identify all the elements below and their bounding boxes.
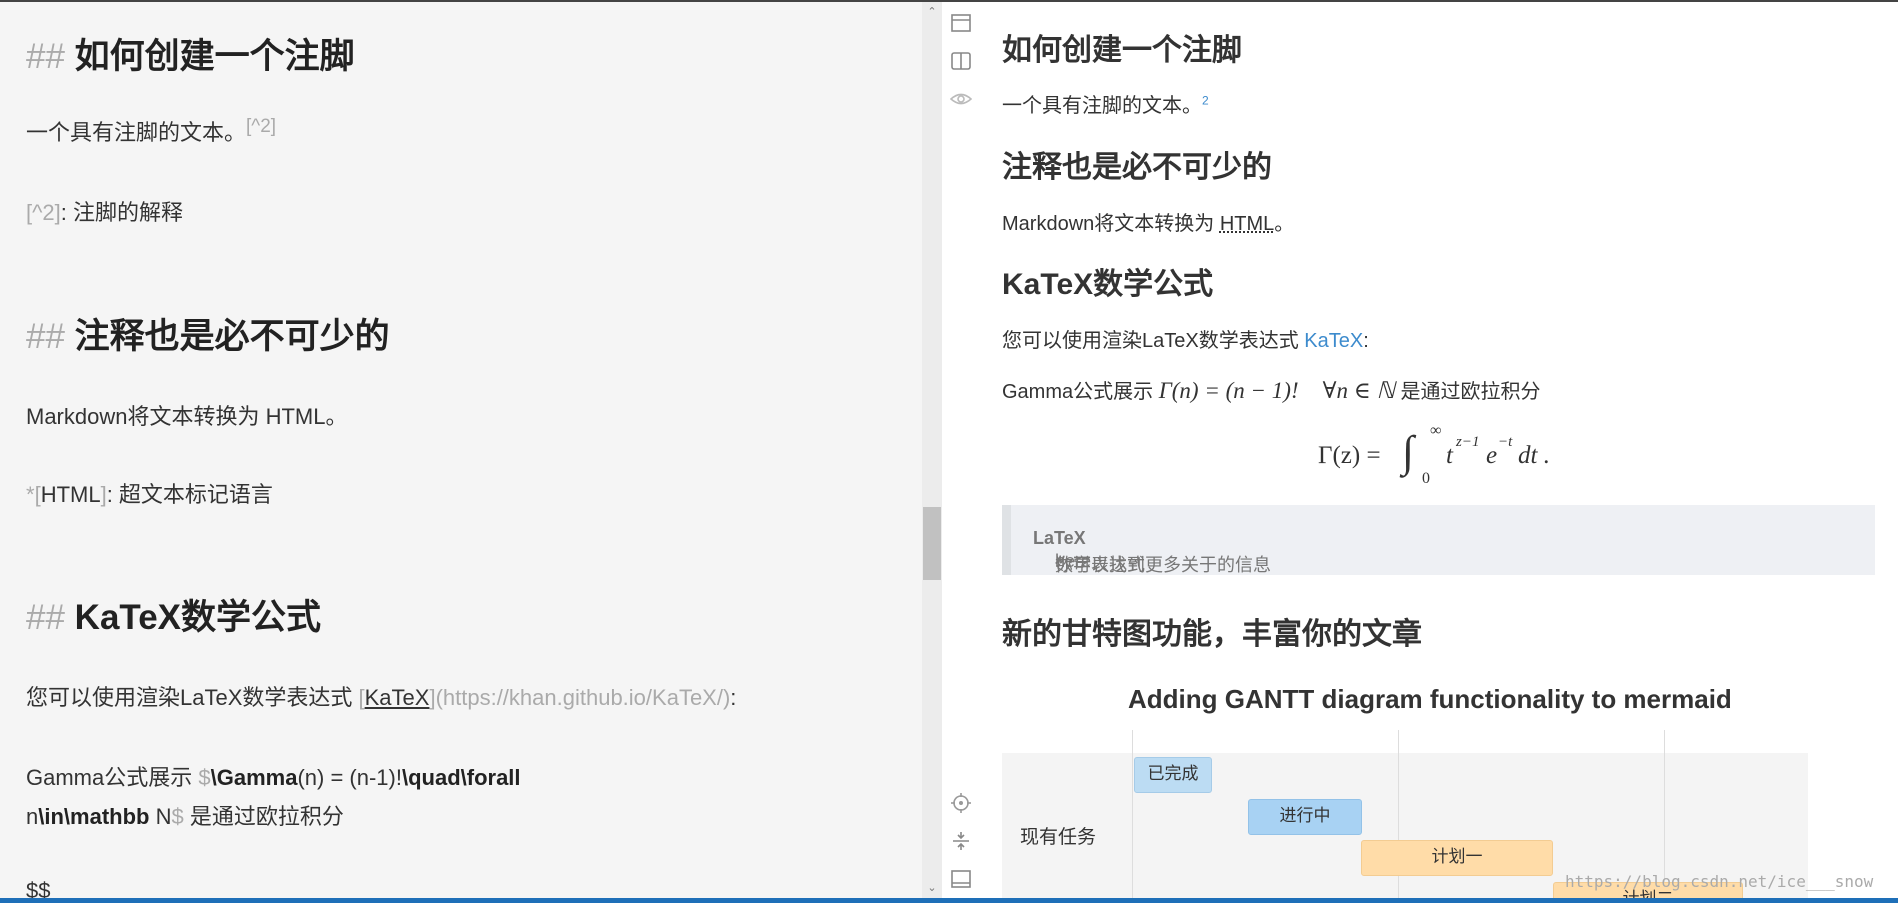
- link-text[interactable]: KaTeX: [365, 685, 430, 710]
- preview-heading-footnote: 如何创建一个注脚: [1002, 34, 1242, 67]
- paragraph-text: 一个具有注脚的文本。: [1002, 95, 1202, 117]
- footnote-text: : 注脚的解释: [60, 200, 184, 225]
- editor-gamma-line-2: n\in\mathbb N$ 是通过欧拉积分: [26, 799, 344, 831]
- colon: :: [730, 685, 737, 710]
- blockquote-text: 你可以找到更多关于的信息 LaTeX 数学表达式 here.: [1033, 528, 1271, 575]
- link-url: ](https://khan.github.io/KaTeX/): [429, 685, 731, 710]
- gamma-formula: Γ(n) = (n − 1)!: [1158, 378, 1299, 403]
- abbr-html[interactable]: HTML: [1220, 213, 1274, 235]
- footnote-ref: [^2]: [26, 200, 61, 225]
- math-delimiter: $: [198, 765, 211, 790]
- tex-command: \in\mathbb: [38, 804, 150, 829]
- view-toolbar: [942, 2, 978, 898]
- heading-marker: ##: [26, 598, 65, 637]
- preview-gamma-paragraph: Gamma公式展示 Γ(n) = (n − 1)! ∀n ∈ ℕ 是通过欧拉积分: [1002, 375, 1541, 404]
- abbr-text: : 超文本标记语言: [106, 482, 273, 507]
- eq-lhs: Γ(z) =: [1318, 442, 1381, 469]
- preview-katex-paragraph: 您可以使用渲染LaTeX数学表达式 KaTeX:: [1002, 324, 1369, 353]
- paragraph-text: 您可以使用渲染LaTeX数学表达式: [26, 685, 359, 710]
- preview-heading-gantt: 新的甘特图功能，丰富你的文章: [1002, 618, 1422, 651]
- preview-heading-abbr: 注释也是必不可少的: [1002, 151, 1272, 184]
- heading-text: 注释也是必不可少的: [74, 317, 390, 356]
- upper-limit: ∞: [1430, 422, 1442, 439]
- tex-text: N: [149, 804, 172, 829]
- paragraph-text: 您可以使用渲染LaTeX数学表达式: [1002, 330, 1305, 352]
- scrollbar-thumb[interactable]: [923, 507, 941, 580]
- blockquote: 你可以找到更多关于的信息 LaTeX 数学表达式 here.: [1002, 505, 1875, 575]
- gamma-label: Gamma公式展示: [26, 765, 199, 790]
- eq-dt: dt .: [1518, 442, 1550, 469]
- markdown-editor[interactable]: ## 如何创建一个注脚 一个具有注脚的文本。[^2] [^2]: 注脚的解释 #…: [0, 2, 922, 898]
- paragraph-end: 。: [1274, 213, 1295, 235]
- tex-text: n: [26, 804, 39, 829]
- watermark: https://blog.csdn.net/ice___snow: [1565, 872, 1874, 891]
- toolbar-toggle-icon[interactable]: [950, 12, 972, 34]
- scroll-down-arrow-icon[interactable]: ⌄: [922, 880, 942, 896]
- editor-abbr-paragraph: Markdown将文本转换为 HTML。: [26, 399, 347, 431]
- tex-text: (n) = (n-1)!: [297, 765, 402, 790]
- quote-bold: LaTeX: [1033, 528, 1086, 548]
- markdown-preview: 如何创建一个注脚 一个具有注脚的文本。2 注释也是必不可少的 Markdown将…: [978, 2, 1898, 898]
- colon: :: [1363, 330, 1369, 352]
- eq-e-exponent: −t: [1498, 434, 1513, 450]
- gamma-text: 是通过欧拉积分: [183, 804, 344, 829]
- editor-gamma-line-1: Gamma公式展示 $\Gamma(n) = (n-1)!\quad\foral…: [26, 760, 521, 792]
- katex-link[interactable]: KaTeX: [1304, 330, 1363, 352]
- abbr-star: *: [26, 482, 35, 507]
- eq-t-exponent: z−1: [1456, 434, 1480, 450]
- heading-text: 如何创建一个注脚: [74, 37, 355, 76]
- editor-heading-abbr: ## 注释也是必不可少的: [26, 308, 390, 359]
- split-view-icon[interactable]: [950, 50, 972, 72]
- paragraph-text: Markdown将文本转换为: [1002, 213, 1220, 235]
- heading-marker: ##: [26, 37, 65, 76]
- here-link[interactable]: here: [1055, 551, 1091, 572]
- tex-command: \Gamma: [210, 765, 298, 790]
- editor-heading-footnote: ## 如何创建一个注脚: [26, 28, 355, 79]
- preview-heading-katex: KaTeX数学公式: [1002, 268, 1214, 301]
- preview-eye-icon[interactable]: [949, 88, 973, 110]
- preview-abbr-paragraph: Markdown将文本转换为 HTML。: [1002, 207, 1294, 236]
- gantt-gridline: [1132, 730, 1133, 898]
- editor-footnote-paragraph: 一个具有注脚的文本。[^2]: [26, 115, 276, 147]
- sync-scroll-icon[interactable]: [950, 792, 972, 814]
- gantt-title: Adding GANTT diagram functionality to me…: [1128, 684, 1732, 714]
- editor-footnote-definition: [^2]: 注脚的解释: [26, 195, 183, 227]
- editor-scrollbar[interactable]: ⌃ ⌄: [922, 2, 942, 898]
- integral-sign: ∫: [1402, 427, 1415, 476]
- status-bar: [0, 898, 1898, 903]
- footnote-ref: [^2]: [246, 116, 277, 137]
- heading-marker: ##: [26, 317, 65, 356]
- gantt-task-done[interactable]: 已完成: [1134, 757, 1212, 793]
- gantt-section-label: 现有任务: [1020, 827, 1097, 848]
- gantt-task-plan-1[interactable]: 计划一: [1361, 840, 1553, 876]
- lower-limit: 0: [1422, 470, 1430, 487]
- eq-e: e: [1486, 442, 1498, 469]
- editor-heading-katex: ## KaTeX数学公式: [26, 589, 321, 640]
- heading-text: KaTeX数学公式: [74, 598, 322, 637]
- expand-icon[interactable]: [950, 830, 972, 852]
- footnote-sup-link[interactable]: 2: [1202, 93, 1209, 107]
- forall-formula: ∀n ∈ ℕ: [1322, 378, 1395, 403]
- gantt-task-active[interactable]: 进行中: [1248, 799, 1362, 835]
- quote-end: .: [1055, 551, 1061, 571]
- gamma-text: 是通过欧拉积分: [1394, 381, 1541, 403]
- tex-command: \quad\forall: [401, 765, 521, 790]
- paragraph-text: Markdown将文本转换为 HTML。: [26, 404, 348, 429]
- editor-katex-paragraph: 您可以使用渲染LaTeX数学表达式 [KaTeX](https://khan.g…: [26, 680, 736, 712]
- editor-display-math-delimiter: $$: [26, 878, 51, 898]
- paragraph-text: 一个具有注脚的文本。: [26, 120, 247, 145]
- editor-abbr-definition: *[HTML]: 超文本标记语言: [26, 477, 273, 509]
- math-delimiter: $: [171, 804, 184, 829]
- abbr-word: HTML: [40, 482, 101, 507]
- gamma-label: Gamma公式展示: [1002, 381, 1159, 403]
- scroll-up-arrow-icon[interactable]: ⌃: [922, 4, 942, 20]
- preview-footnote-paragraph: 一个具有注脚的文本。2: [1002, 89, 1209, 118]
- bottom-panel-icon[interactable]: [950, 868, 972, 890]
- eq-t: t: [1446, 442, 1453, 469]
